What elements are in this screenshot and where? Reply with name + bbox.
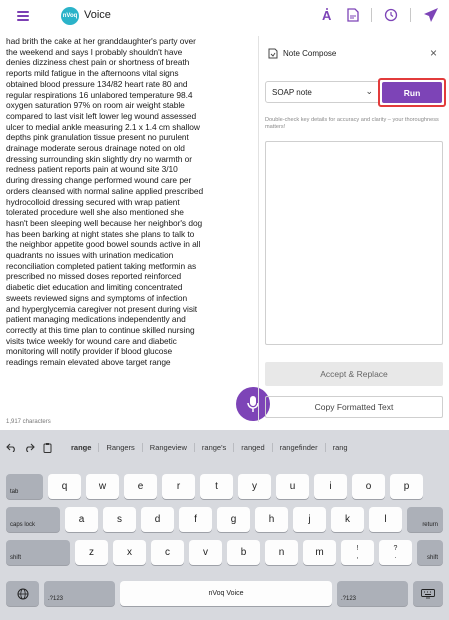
key-d[interactable]: d [141, 507, 174, 532]
key-v[interactable]: v [189, 540, 222, 565]
panel-title: Note Compose [283, 49, 337, 58]
suggestion-item[interactable]: rangefinder [271, 442, 325, 452]
shift-right-key[interactable]: shift [417, 540, 443, 565]
panel-header: Note Compose [268, 48, 336, 59]
app-logo: nVoq [61, 7, 79, 25]
globe-icon [17, 588, 28, 599]
send-icon[interactable] [423, 7, 439, 23]
suggestion-item[interactable]: ranged [233, 442, 271, 452]
note-icon [268, 48, 278, 59]
chevron-down-icon: ⌄ [365, 86, 373, 96]
key-x[interactable]: x [113, 540, 146, 565]
redo-icon[interactable] [22, 443, 36, 452]
numbers-key-right[interactable]: .?123 [337, 581, 408, 606]
clipboard-icon[interactable] [40, 442, 54, 453]
accept-replace-button[interactable]: Accept & Replace [265, 362, 443, 386]
copy-formatted-text-button[interactable]: Copy Formatted Text [265, 396, 443, 418]
key-e[interactable]: e [124, 474, 157, 499]
key-f[interactable]: f [179, 507, 212, 532]
keyboard-dismiss-key[interactable] [413, 581, 443, 606]
key-s[interactable]: s [103, 507, 136, 532]
numbers-key-left[interactable]: .?123 [44, 581, 115, 606]
caps-lock-key[interactable]: caps lock [6, 507, 60, 532]
toolbar-divider [410, 8, 411, 22]
template-select-value: SOAP note [272, 88, 312, 97]
key-z[interactable]: z [75, 540, 108, 565]
keyboard-icon [421, 588, 435, 598]
suggestion-item[interactable]: rang [324, 442, 355, 452]
shift-left-key[interactable]: shift [6, 540, 70, 565]
composed-note-output[interactable] [265, 141, 443, 345]
key-sym-top: ! [356, 544, 359, 552]
key-g[interactable]: g [217, 507, 250, 532]
suggestion-item[interactable]: Rangeview [141, 442, 194, 452]
key-l[interactable]: l [369, 507, 402, 532]
accessibility-text-icon[interactable]: A [319, 7, 335, 23]
key-k[interactable]: k [331, 507, 364, 532]
key-m[interactable]: m [303, 540, 336, 565]
key-b[interactable]: b [227, 540, 260, 565]
key-question-period[interactable]: ? . [379, 540, 412, 565]
suggestion-item[interactable]: Rangers [98, 442, 141, 452]
space-bar[interactable]: nVoq Voice [120, 581, 332, 606]
history-icon[interactable] [384, 8, 398, 22]
template-select[interactable]: SOAP note ⌄ [265, 81, 380, 103]
key-w[interactable]: w [86, 474, 119, 499]
key-sym-bottom: . [394, 552, 397, 560]
globe-key[interactable] [6, 581, 39, 606]
run-button-highlight: Run [378, 78, 446, 107]
key-j[interactable]: j [293, 507, 326, 532]
top-bar: nVoq Voice A [0, 0, 449, 32]
key-h[interactable]: h [255, 507, 288, 532]
key-p[interactable]: p [390, 474, 423, 499]
dictation-text[interactable]: had brith the cake at her granddaughter'… [6, 36, 239, 368]
tab-key[interactable]: tab [6, 474, 43, 499]
key-sym-bottom: , [356, 552, 359, 560]
note-compose-panel: Note Compose × SOAP note ⌄ Run Double-ch… [258, 36, 449, 422]
key-exclamation-comma[interactable]: ! , [341, 540, 374, 565]
key-a[interactable]: a [65, 507, 98, 532]
close-icon[interactable]: × [430, 46, 437, 60]
key-t[interactable]: t [200, 474, 233, 499]
return-key[interactable]: return [407, 507, 443, 532]
key-r[interactable]: r [162, 474, 195, 499]
key-i[interactable]: i [314, 474, 347, 499]
run-button[interactable]: Run [382, 82, 442, 103]
suggestion-bar: range Rangers Rangeview range's ranged r… [0, 432, 449, 462]
menu-icon[interactable] [17, 11, 29, 21]
key-n[interactable]: n [265, 540, 298, 565]
key-o[interactable]: o [352, 474, 385, 499]
key-u[interactable]: u [276, 474, 309, 499]
undo-icon[interactable] [4, 443, 18, 452]
suggestion-item[interactable]: range [64, 443, 98, 452]
panel-hint: Double-check key details for accuracy an… [265, 117, 439, 131]
key-q[interactable]: q [48, 474, 81, 499]
key-y[interactable]: y [238, 474, 271, 499]
svg-text:A: A [322, 8, 332, 23]
key-c[interactable]: c [151, 540, 184, 565]
toolbar-divider [371, 8, 372, 22]
suggestion-item[interactable]: range's [193, 442, 233, 452]
key-sym-top: ? [393, 544, 398, 552]
app-title: Voice [84, 9, 111, 21]
character-count: 1,917 characters [6, 419, 51, 425]
document-icon[interactable] [347, 8, 359, 22]
